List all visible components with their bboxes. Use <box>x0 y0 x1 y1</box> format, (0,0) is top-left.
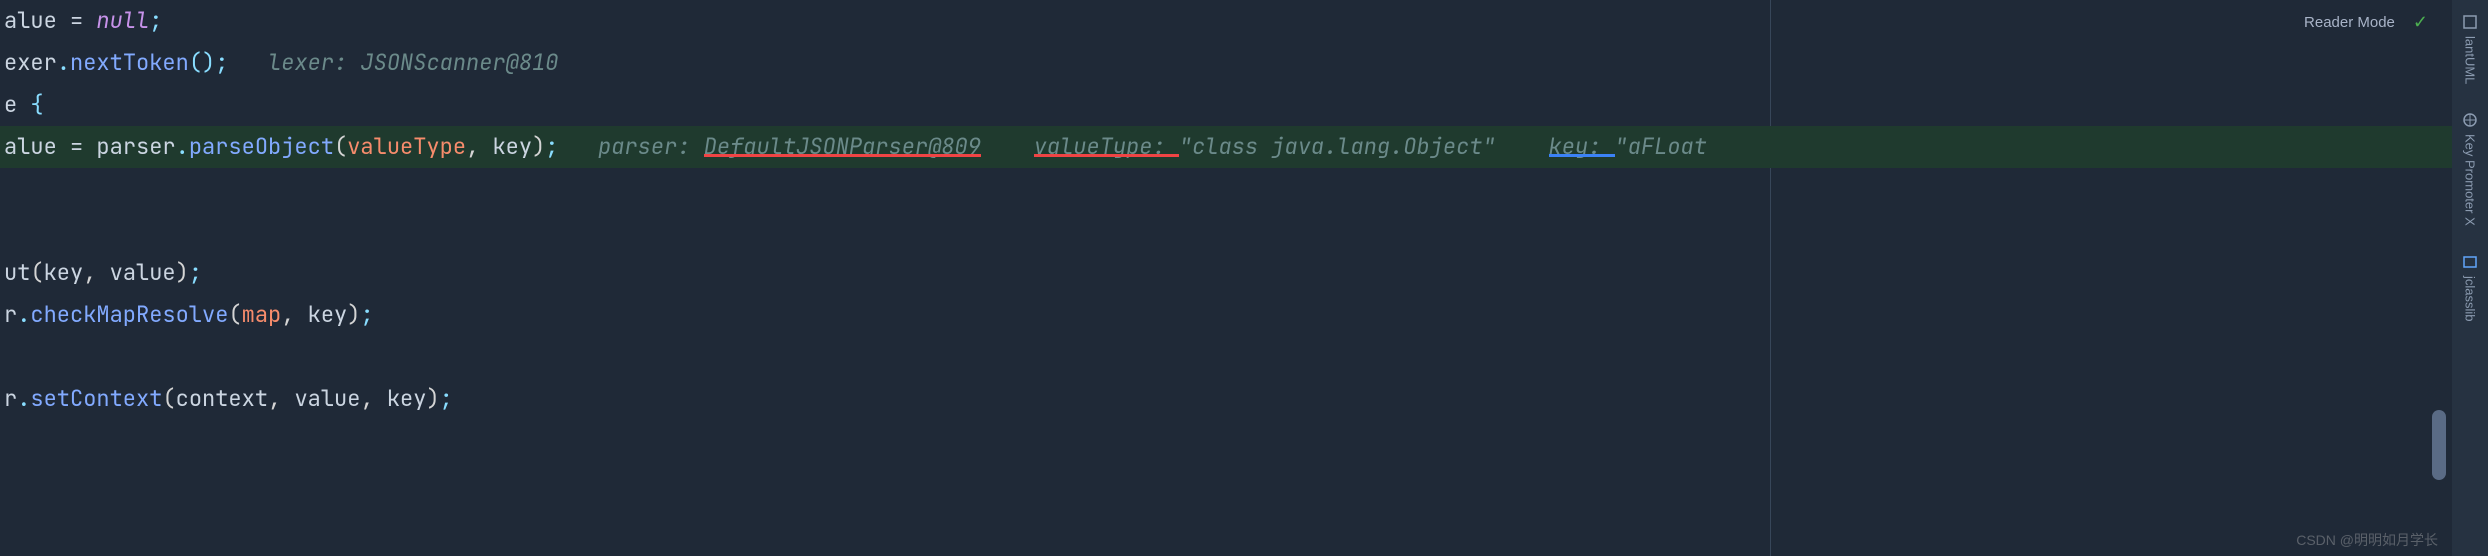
code-token: ( <box>334 132 347 161</box>
code-token: ( <box>162 384 175 413</box>
code-token: ; <box>360 300 373 329</box>
jclasslib-icon <box>2462 254 2478 270</box>
code-line: ut(key, value); <box>0 252 2488 294</box>
code-token: { <box>17 90 43 119</box>
inline-hint-value: "aFLoat <box>1615 132 1707 161</box>
tool-keypromoter[interactable]: Key Promoter X <box>2462 108 2478 230</box>
code-token: parseObject <box>189 132 334 161</box>
code-line: alue = null; <box>0 0 2488 42</box>
code-token: nextToken <box>70 48 189 77</box>
code-token: ) <box>347 300 360 329</box>
code-token: ut <box>4 258 30 287</box>
code-token: value <box>110 258 176 287</box>
code-editor[interactable]: alue = null; exer.nextToken(); lexer: JS… <box>0 0 2488 420</box>
code-token: ) <box>176 258 189 287</box>
code-token: , <box>360 384 386 413</box>
tool-jclasslib[interactable]: jclasslib <box>2462 250 2478 326</box>
code-token: value <box>294 384 360 413</box>
tool-label: Key Promoter X <box>2463 134 2478 226</box>
inline-hint-label: valueType: <box>1034 132 1179 161</box>
code-token: context <box>176 384 268 413</box>
code-token: = <box>57 132 97 161</box>
code-token: ) <box>426 384 439 413</box>
inline-hint-value: DefaultJSONParser@809 <box>704 132 981 161</box>
code-line <box>0 210 2488 252</box>
inline-hint-label: lexer: <box>268 48 360 77</box>
code-token: . <box>176 132 189 161</box>
code-token: valueType <box>347 132 466 161</box>
code-token: key <box>492 132 532 161</box>
code-token: ) <box>532 132 545 161</box>
code-token: e <box>4 90 17 119</box>
inline-hint-value: JSONScanner@810 <box>360 48 558 77</box>
editor-top-actions: Reader Mode ✓ <box>2304 12 2428 33</box>
code-line <box>0 168 2488 210</box>
code-token: () <box>189 48 215 77</box>
code-token: = <box>57 6 97 35</box>
inline-hint-label: parser: <box>598 132 704 161</box>
inline-hint-label: key: <box>1549 132 1615 161</box>
code-line: r.setContext(context, value, key); <box>0 378 2488 420</box>
code-token: key <box>387 384 427 413</box>
scrollbar-thumb[interactable] <box>2432 410 2446 480</box>
code-token: checkMapResolve <box>30 300 228 329</box>
tool-label: lantUML <box>2463 36 2478 84</box>
code-token <box>558 132 598 161</box>
code-token: ; <box>149 6 162 35</box>
code-token: , <box>268 384 294 413</box>
code-token: , <box>83 258 109 287</box>
right-tool-panel: lantUML Key Promoter X jclasslib <box>2452 0 2488 556</box>
code-token: alue <box>4 6 57 35</box>
watermark: CSDN @明明如月学长 <box>2296 530 2438 550</box>
code-token <box>1496 132 1549 161</box>
code-token: parser <box>96 132 175 161</box>
tool-plantuml[interactable]: lantUML <box>2462 10 2478 88</box>
code-token: ; <box>215 48 228 77</box>
code-token: ; <box>440 384 453 413</box>
code-token: . <box>57 48 70 77</box>
code-token: setContext <box>30 384 162 413</box>
code-token: . <box>17 300 30 329</box>
code-token: , <box>281 300 307 329</box>
tool-label: jclasslib <box>2463 276 2478 322</box>
code-line: e { <box>0 84 2488 126</box>
code-token: , <box>466 132 492 161</box>
reader-mode-button[interactable]: Reader Mode <box>2304 14 2395 31</box>
code-token: alue <box>4 132 57 161</box>
code-token: r <box>4 300 17 329</box>
code-token: map <box>242 300 282 329</box>
inline-hint-value: "class java.lang.Object" <box>1179 132 1496 161</box>
code-token <box>981 132 1034 161</box>
code-token: r <box>4 384 17 413</box>
code-token: key <box>44 258 84 287</box>
code-token: ( <box>30 258 43 287</box>
plantuml-icon <box>2462 14 2478 30</box>
globe-icon <box>2462 112 2478 128</box>
code-token: ; <box>545 132 558 161</box>
checkmark-icon[interactable]: ✓ <box>2413 12 2428 33</box>
code-line: exer.nextToken(); lexer: JSONScanner@810 <box>0 42 2488 84</box>
code-line <box>0 336 2488 378</box>
code-token: ( <box>228 300 241 329</box>
code-line: r.checkMapResolve(map, key); <box>0 294 2488 336</box>
code-token: null <box>96 6 149 35</box>
code-token: ; <box>189 258 202 287</box>
code-token: key <box>308 300 348 329</box>
execution-line: alue = parser.parseObject(valueType, key… <box>0 126 2488 168</box>
code-token: exer <box>4 48 57 77</box>
code-token <box>228 48 268 77</box>
code-token: . <box>17 384 30 413</box>
